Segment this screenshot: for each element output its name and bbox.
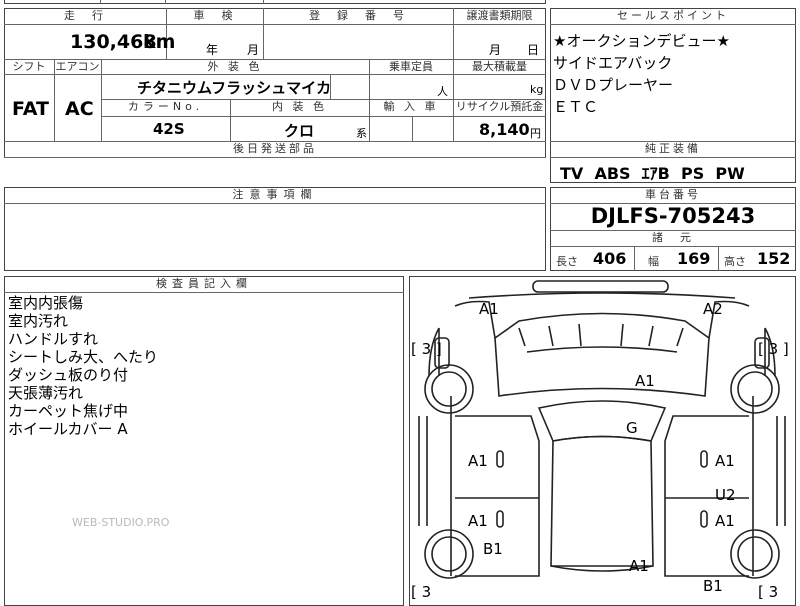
damage-mark-trunk: A1: [629, 557, 649, 575]
shift-header: シフト: [12, 60, 46, 73]
height-label: 高さ: [724, 255, 746, 268]
dimensions-header: 諸 元: [652, 231, 694, 244]
row-divider: [4, 203, 546, 204]
row-divider: [550, 24, 796, 25]
chassis-number: DJLFS-705243: [590, 204, 756, 228]
transfer-day: 日: [527, 43, 540, 57]
car-outline-diagram: [418, 280, 786, 579]
damage-mark-left-rear-quarter: B1: [483, 540, 503, 558]
later-parts-header: 後日発送部品: [233, 142, 317, 155]
inspector-notes-header: 検査員記入欄: [156, 277, 252, 290]
aircon-header: エアコン: [55, 60, 100, 73]
row-divider: [101, 116, 546, 117]
equipment-header: 純正装備: [645, 142, 701, 155]
inspector-note: 室内内張傷: [8, 294, 84, 312]
shift-value: FAT: [12, 98, 49, 120]
inspection-month: 月: [247, 43, 260, 57]
col-divider: [412, 116, 413, 141]
top-strip-divider-2: [165, 0, 166, 4]
sales-points-header: セールスポイント: [617, 9, 729, 22]
damage-mark-right-rear-u: U2: [715, 486, 736, 504]
row-divider: [550, 157, 796, 158]
length-label: 長さ: [556, 255, 578, 268]
sales-point-item: ★オークションデビュー★: [553, 32, 730, 50]
tire-mark-rear-right: [ 3: [758, 583, 779, 601]
recycle-unit: 円: [530, 127, 541, 140]
sales-point-item: ＥＴＣ: [553, 98, 599, 116]
damage-mark-right-front-door: A1: [715, 452, 735, 470]
max-load-unit: kg: [530, 83, 544, 96]
recycle-header: リサイクル預託金: [455, 100, 544, 113]
width-label: 幅: [648, 255, 659, 268]
col-divider: [634, 246, 635, 271]
row-divider: [4, 24, 546, 25]
capacity-header: 乗車定員: [389, 60, 433, 73]
color-no-header: カラーNo.: [127, 100, 204, 113]
damage-mark-right-rear-door: A1: [715, 512, 735, 530]
inspector-note: 天張薄汚れ: [8, 384, 84, 402]
damage-mark-hood: A1: [635, 372, 655, 390]
registration-header: 登 録 番 号: [309, 9, 407, 22]
inspector-note: シートしみ大、へたり: [8, 348, 159, 366]
mileage-unit: km: [143, 31, 176, 53]
equipment-items: TV ABS ｴｱB PS PW: [560, 164, 745, 183]
col-divider: [718, 246, 719, 271]
chassis-header: 車台番号: [645, 188, 701, 201]
interior-color-suffix: 系: [356, 127, 367, 140]
row-divider: [4, 74, 101, 75]
inspector-notes-list: 室内内張傷 室内汚れ ハンドルすれ シートしみ大、へたり ダッシュ板のり付 天張…: [8, 294, 398, 438]
tire-mark-front-right: [ 3 ]: [758, 340, 789, 358]
inspection-year: 年: [206, 43, 219, 57]
height-value: 152: [757, 249, 791, 268]
inspection-header: 車 検: [193, 9, 236, 22]
length-value: 406: [593, 249, 627, 268]
interior-color-header: 内 装 色: [272, 100, 327, 113]
inspector-note: ダッシュ板のり付: [8, 366, 129, 384]
sales-points-list: ★オークションデビュー★ サイドエアバック ＤＶＤプレーヤー ＥＴＣ: [553, 30, 793, 118]
damage-mark-left-rear-door: A1: [468, 512, 488, 530]
transfer-deadline-header: 譲渡書類期限: [466, 9, 533, 22]
import-header: 輸 入 車: [383, 100, 439, 113]
row-divider: [4, 292, 404, 293]
top-strip-divider-3: [263, 0, 264, 4]
interior-color-value: クロ: [284, 122, 315, 140]
exterior-color-header: 外 装 色: [207, 60, 263, 73]
recycle-value: 8,140: [479, 120, 530, 139]
sales-point-item: ＤＶＤプレーヤー: [553, 76, 674, 94]
row-divider: [550, 246, 796, 247]
damage-mark-front-right: A2: [703, 300, 723, 318]
watermark: WEB-STUDIO.PRO: [72, 516, 170, 529]
row-divider: [101, 74, 546, 75]
inspector-note: ホイールカバー A: [8, 420, 128, 438]
capacity-unit: 人: [437, 85, 448, 98]
transfer-month: 月: [489, 43, 502, 57]
mileage-header: 走 行: [64, 9, 106, 22]
inspector-note: 室内汚れ: [8, 312, 69, 330]
damage-mark-roof: G: [626, 419, 638, 437]
tire-mark-rear-left: [ 3: [411, 583, 432, 601]
top-strip: [4, 0, 546, 4]
sales-point-item: サイドエアバック: [553, 54, 673, 72]
width-value: 169: [677, 249, 711, 268]
max-load-header: 最大積載量: [472, 60, 527, 73]
inspector-note: カーペット焦げ中: [8, 402, 129, 420]
aircon-value: AC: [65, 98, 94, 120]
row-divider: [4, 157, 546, 158]
inspector-note: ハンドルすれ: [8, 330, 99, 348]
tire-mark-front-left: [ 3 ]: [411, 340, 442, 358]
top-strip-divider: [100, 0, 101, 4]
color-no-value: 42S: [153, 120, 185, 138]
damage-mark-left-front-door: A1: [468, 452, 488, 470]
damage-mark-rear-right: B1: [703, 577, 723, 595]
damage-mark-front-left: A1: [479, 300, 499, 318]
exterior-color-value: チタニウムフラッシュマイカ: [137, 79, 332, 97]
notice-header: 注意事項欄: [232, 188, 318, 201]
